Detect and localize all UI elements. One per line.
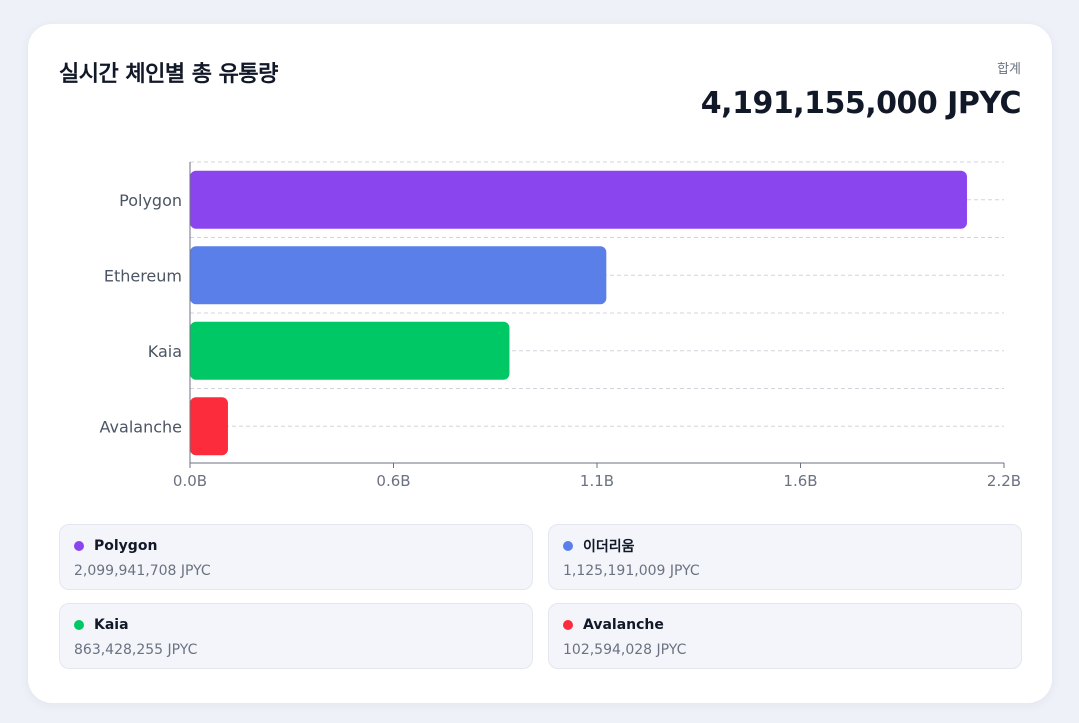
x-tick-label: 1.6B	[783, 472, 817, 490]
legend: Polygon 2,099,941,708 JPYC 이더리움 1,125,19…	[59, 524, 1022, 669]
category-label: Avalanche	[100, 417, 182, 436]
x-tick-label: 0.6B	[376, 472, 410, 490]
legend-name: 이더리움	[583, 539, 635, 555]
legend-value: 863,428,255 JPYC	[74, 642, 198, 658]
bar-polygon	[190, 170, 967, 229]
legend-item-ethereum: 이더리움 1,125,191,009 JPYC	[548, 524, 1022, 590]
category-label: Ethereum	[104, 266, 182, 285]
x-tick-label: 2.2B	[987, 472, 1021, 490]
legend-item-kaia: Kaia 863,428,255 JPYC	[59, 603, 533, 669]
legend-dot-icon	[563, 541, 573, 551]
category-label: Polygon	[119, 191, 182, 210]
category-label: Kaia	[148, 342, 182, 361]
legend-dot-icon	[74, 620, 84, 630]
x-tick-label: 0.0B	[173, 472, 207, 490]
legend-value: 102,594,028 JPYC	[563, 642, 687, 658]
bar-chart: Polygon Ethereum Kaia Avalanche 0.0B 0.6B 1.1B…	[100, 161, 1021, 490]
x-tick-label: 1.1B	[580, 472, 614, 490]
chart-card: 실시간 체인별 총 유통량 합계 4,191,155,000 JPYC Poly…	[28, 24, 1052, 703]
legend-value: 2,099,941,708 JPYC	[74, 563, 211, 579]
bar-ethereum	[190, 246, 607, 305]
legend-name: Avalanche	[583, 617, 664, 633]
bar-kaia	[190, 321, 510, 380]
legend-item-polygon: Polygon 2,099,941,708 JPYC	[59, 524, 533, 590]
legend-value: 1,125,191,009 JPYC	[563, 563, 700, 579]
legend-name: Polygon	[94, 538, 158, 554]
legend-dot-icon	[74, 541, 84, 551]
legend-dot-icon	[563, 620, 573, 630]
legend-item-avalanche: Avalanche 102,594,028 JPYC	[548, 603, 1022, 669]
legend-name: Kaia	[94, 617, 129, 633]
bar-avalanche	[190, 397, 228, 456]
